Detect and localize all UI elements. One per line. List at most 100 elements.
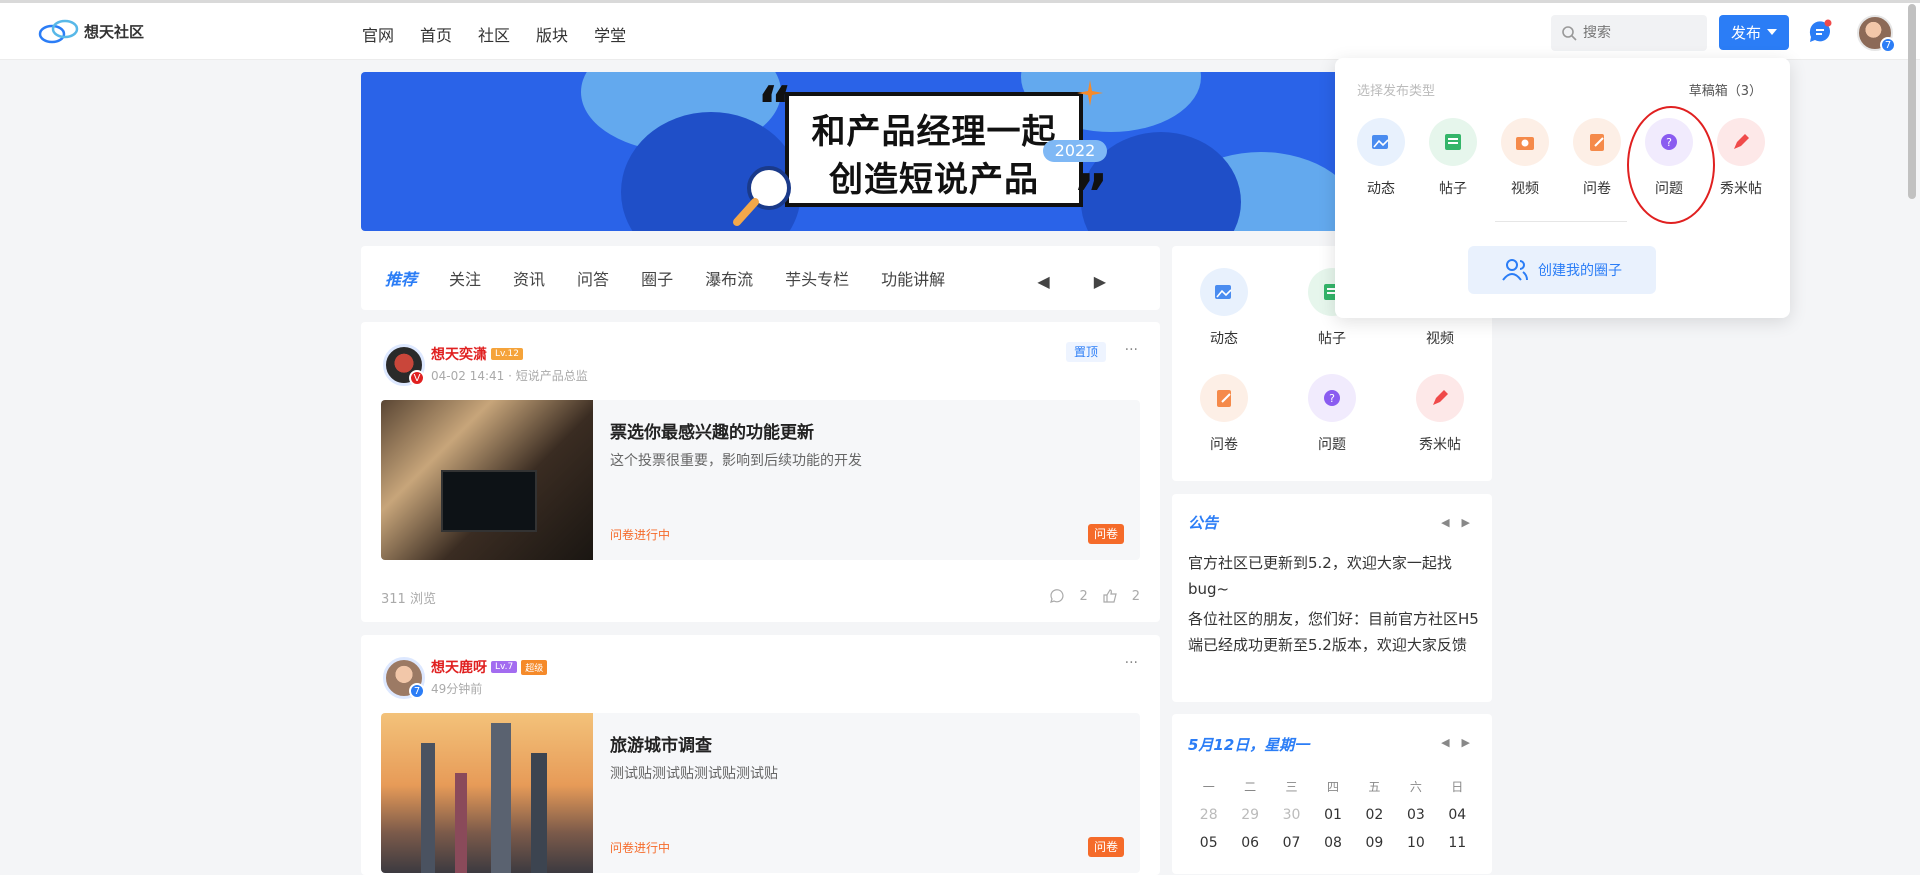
popup-type-video[interactable]: 视频: [1495, 118, 1555, 198]
type-label: 问卷: [1210, 437, 1238, 453]
post-status: 问卷进行中: [610, 841, 671, 855]
calendar-day[interactable]: 10: [1395, 835, 1436, 851]
post-card[interactable]: 7 想天鹿呀 Lv.7 超级 49分钟前 ··· 旅游城市调查 测试贴测试贴测试…: [361, 635, 1160, 875]
popup-type-post[interactable]: 帖子: [1423, 118, 1483, 198]
search-input[interactable]: [1583, 25, 1693, 41]
popup-type-label: 问卷: [1583, 181, 1611, 197]
banner-line-2: 创造短说产品: [829, 160, 1039, 200]
banner-line-1: 和产品经理一起: [811, 112, 1057, 152]
post-desc: 这个投票很重要，影响到后续功能的开发: [610, 453, 862, 469]
calendar-title: 5月12日，星期一: [1188, 736, 1310, 754]
calendar-grid: 一 二 三 四 五 六 日 28 29 30 01 02 03 04 05 06…: [1188, 778, 1478, 851]
popup-type-xiumi[interactable]: 秀米帖: [1711, 118, 1771, 198]
type-question[interactable]: ? 问题: [1302, 374, 1362, 454]
announcement-item[interactable]: 官方社区已更新到5.2，欢迎大家一起找bug~: [1188, 550, 1480, 602]
calendar-day[interactable]: 07: [1271, 835, 1312, 851]
type-survey[interactable]: 问卷: [1194, 374, 1254, 454]
post-author-name[interactable]: 想天奕潇: [431, 344, 487, 364]
like-icon[interactable]: [1102, 588, 1118, 604]
tab-features[interactable]: 功能讲解: [881, 266, 945, 290]
post-meta: 49分钟前: [431, 682, 483, 696]
publish-button[interactable]: 发布: [1719, 15, 1789, 50]
calendar-day[interactable]: 01: [1312, 807, 1353, 823]
announcement-next-icon[interactable]: ▶: [1462, 516, 1470, 529]
post-type-tag: 问卷: [1087, 524, 1124, 544]
caret-down-icon: [1767, 29, 1777, 35]
calendar-prev-icon[interactable]: ◀: [1441, 736, 1449, 749]
nav-item-sections[interactable]: 版块: [536, 22, 568, 46]
popup-type-dynamic[interactable]: 动态: [1351, 118, 1411, 198]
tab-circles[interactable]: 圈子: [641, 266, 673, 290]
like-count: 2: [1131, 588, 1140, 604]
calendar-day[interactable]: 05: [1188, 835, 1229, 851]
search-box[interactable]: [1551, 15, 1707, 51]
tab-next-icon[interactable]: ▶: [1094, 272, 1106, 291]
logo[interactable]: 想天社区: [38, 17, 144, 45]
tab-news[interactable]: 资讯: [513, 266, 545, 290]
survey-icon: [1573, 118, 1621, 166]
calendar-day[interactable]: 02: [1354, 807, 1395, 823]
image-edit-icon: [1357, 118, 1405, 166]
nav-item-home[interactable]: 首页: [420, 22, 452, 46]
more-icon[interactable]: ···: [1125, 342, 1138, 358]
calendar-day[interactable]: 28: [1188, 807, 1229, 823]
nav-item-official[interactable]: 官网: [362, 22, 394, 46]
tab-recommend[interactable]: 推荐: [385, 266, 417, 290]
weekday: 日: [1451, 780, 1464, 794]
post-views: 311 浏览: [381, 592, 436, 607]
drafts-link[interactable]: 草稿箱（3）: [1689, 80, 1762, 99]
nav-item-community[interactable]: 社区: [478, 22, 510, 46]
popup-type-label: 视频: [1511, 181, 1539, 197]
calendar-panel: 5月12日，星期一 ◀ ▶ 一 二 三 四 五 六 日 28 29 30 01 …: [1172, 714, 1492, 874]
weekday: 六: [1409, 780, 1422, 794]
level-badge: Lv.12: [491, 348, 523, 360]
post-image: [381, 713, 593, 873]
tab-qa[interactable]: 问答: [577, 266, 609, 290]
publish-label: 发布: [1730, 24, 1761, 42]
weekday: 四: [1326, 780, 1339, 794]
calendar-day[interactable]: 03: [1395, 807, 1436, 823]
image-edit-icon: [1200, 268, 1248, 316]
calendar-day[interactable]: 08: [1312, 835, 1353, 851]
calendar-day[interactable]: 09: [1354, 835, 1395, 851]
popup-type-survey[interactable]: 问卷: [1567, 118, 1627, 198]
camera-icon: [1501, 118, 1549, 166]
tab-waterfall[interactable]: 瀑布流: [705, 266, 753, 290]
post-title: 票选你最感兴趣的功能更新: [610, 423, 814, 443]
type-label: 动态: [1210, 331, 1238, 347]
type-label: 帖子: [1318, 331, 1346, 347]
pinned-label: 置顶: [1065, 342, 1106, 362]
popup-type-label: 动态: [1367, 181, 1395, 197]
calendar-next-icon[interactable]: ▶: [1462, 736, 1470, 749]
calendar-day[interactable]: 04: [1437, 807, 1478, 823]
type-label: 问题: [1318, 437, 1346, 453]
tab-prev-icon[interactable]: ◀: [1037, 272, 1049, 291]
announcement-item[interactable]: 各位社区的朋友，您们好：目前官方社区H5端已经成功更新至5.2版本，欢迎大家反馈: [1188, 606, 1480, 658]
post-author-name[interactable]: 想天鹿呀: [431, 657, 487, 677]
create-circle-button[interactable]: 创建我的圈子: [1468, 246, 1656, 294]
calendar-day[interactable]: 11: [1437, 835, 1478, 851]
type-dynamic[interactable]: 动态: [1194, 268, 1254, 348]
calendar-day[interactable]: 30: [1271, 807, 1312, 823]
post-content-card[interactable]: 旅游城市调查 测试贴测试贴测试贴测试贴 问卷进行中 问卷: [381, 713, 1140, 873]
comment-icon[interactable]: [1049, 588, 1065, 604]
announcement-prev-icon[interactable]: ◀: [1441, 516, 1449, 529]
message-button[interactable]: [1807, 19, 1833, 49]
cloud-logo-icon: [38, 19, 79, 44]
weekday: 三: [1285, 780, 1298, 794]
tab-follow[interactable]: 关注: [449, 266, 481, 290]
weekday: 一: [1202, 780, 1215, 794]
promo-banner[interactable]: “ 和产品经理一起 创造短说产品 2022 ”: [361, 72, 1361, 231]
post-content-card[interactable]: 票选你最感兴趣的功能更新 这个投票很重要，影响到后续功能的开发 问卷进行中 问卷: [381, 400, 1140, 560]
nav-item-academy[interactable]: 学堂: [594, 22, 626, 46]
calendar-day[interactable]: 06: [1229, 835, 1270, 851]
type-label: 视频: [1426, 331, 1454, 347]
tab-column[interactable]: 芋头专栏: [785, 266, 849, 290]
post-card[interactable]: V 想天奕潇 Lv.12 04-02 14:41 · 短说产品总监 置顶 ···…: [361, 322, 1160, 622]
top-bar: 想天社区 官网 首页 社区 版块 学堂 发布 7: [0, 0, 1920, 60]
scrollbar[interactable]: [1908, 4, 1916, 199]
calendar-day[interactable]: 29: [1229, 807, 1270, 823]
type-xiumi[interactable]: 秀米帖: [1410, 374, 1470, 454]
people-icon: [1502, 259, 1528, 281]
more-icon[interactable]: ···: [1125, 655, 1138, 671]
